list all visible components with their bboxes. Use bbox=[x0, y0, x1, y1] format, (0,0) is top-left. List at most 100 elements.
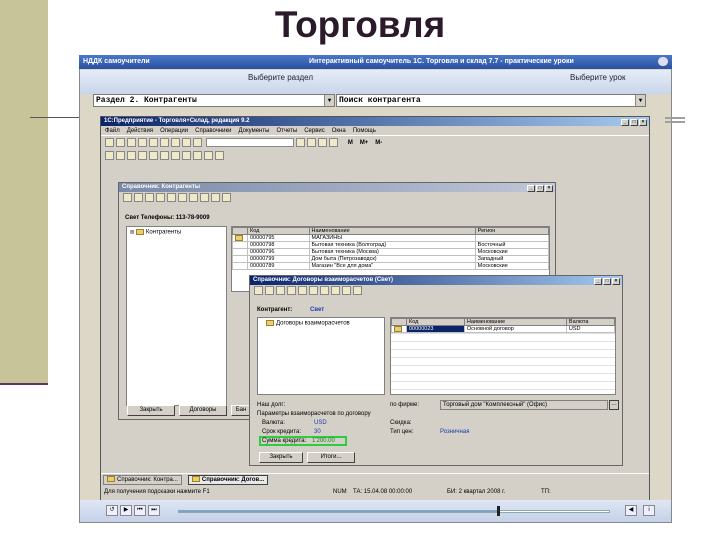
refresh-icon[interactable] bbox=[211, 193, 220, 202]
copy-icon[interactable] bbox=[145, 193, 154, 202]
help-icon[interactable] bbox=[306, 138, 316, 147]
add-icon[interactable] bbox=[123, 193, 132, 202]
search-combo[interactable] bbox=[205, 138, 294, 147]
add-icon[interactable] bbox=[254, 286, 263, 295]
replay-icon[interactable]: ↺ bbox=[106, 505, 118, 516]
add-group-icon[interactable] bbox=[265, 286, 274, 295]
delete-icon[interactable] bbox=[298, 286, 307, 295]
table-row[interactable]: 00000799 Дом быта (Петрозаводск) Западный bbox=[232, 255, 549, 264]
close-button[interactable]: Закрыть bbox=[127, 405, 175, 416]
taskbar-item-active[interactable]: Справочник: Догов... bbox=[187, 475, 269, 485]
column-header[interactable]: Наименование bbox=[308, 227, 476, 235]
menu-reports[interactable]: Отчеты bbox=[276, 128, 297, 134]
menu-documents[interactable]: Документы bbox=[239, 128, 270, 134]
table-row[interactable]: 00000795 МАГАЗИНЫ bbox=[232, 233, 549, 243]
edit-icon[interactable] bbox=[287, 286, 296, 295]
move-icon[interactable] bbox=[178, 193, 187, 202]
minimize-icon[interactable]: _ bbox=[594, 278, 602, 285]
minimize-icon[interactable]: _ bbox=[527, 185, 535, 192]
document-icon[interactable] bbox=[116, 151, 125, 160]
calculator-icon[interactable] bbox=[317, 138, 327, 147]
chevron-down-icon[interactable]: ▼ bbox=[635, 95, 645, 106]
bank-button[interactable]: Бан bbox=[231, 405, 251, 416]
kontragenty-tree[interactable]: ⊞ Контрагенты bbox=[126, 226, 227, 406]
refresh-icon[interactable] bbox=[342, 286, 351, 295]
open-icon[interactable] bbox=[116, 138, 125, 147]
prev-icon[interactable]: ⏮ bbox=[134, 505, 146, 516]
tutor-close-icon[interactable] bbox=[658, 57, 668, 66]
delete-icon[interactable] bbox=[167, 193, 176, 202]
find-icon[interactable] bbox=[295, 138, 305, 147]
menu-file[interactable]: Файл bbox=[105, 128, 120, 134]
memory-label[interactable]: М bbox=[348, 140, 353, 146]
chart-icon[interactable] bbox=[182, 151, 191, 160]
column-header[interactable]: Регион bbox=[474, 227, 549, 235]
cut-icon[interactable] bbox=[138, 138, 147, 147]
copy-icon[interactable] bbox=[149, 138, 158, 147]
close-icon[interactable]: × bbox=[612, 278, 620, 285]
folder-icon[interactable] bbox=[204, 151, 213, 160]
menu-directories[interactable]: Справочники bbox=[195, 128, 231, 134]
close-icon[interactable]: × bbox=[639, 119, 647, 126]
taskbar-item[interactable]: Справочник: Контра... bbox=[103, 475, 182, 485]
play-icon[interactable]: ▶ bbox=[120, 505, 132, 516]
lesson-select[interactable]: Поиск контрагента ▼ bbox=[336, 94, 646, 107]
undo-icon[interactable] bbox=[182, 138, 191, 147]
column-header[interactable]: Наименование bbox=[463, 318, 567, 326]
info-icon[interactable]: i bbox=[643, 505, 655, 516]
menu-help[interactable]: Помощь bbox=[353, 128, 376, 134]
column-header[interactable]: Код bbox=[406, 318, 465, 326]
filter-icon[interactable] bbox=[320, 286, 329, 295]
menu-windows[interactable]: Окна bbox=[332, 128, 346, 134]
progress-track[interactable] bbox=[178, 510, 610, 513]
journal-icon[interactable] bbox=[105, 151, 114, 160]
volume-icon[interactable]: ◀ bbox=[625, 505, 637, 516]
firm-field[interactable]: Торговый дом "Комплексный" (Офис) bbox=[440, 400, 608, 410]
binoculars-icon[interactable] bbox=[193, 151, 202, 160]
memory-minus-label[interactable]: М- bbox=[375, 140, 382, 146]
tree-icon[interactable] bbox=[200, 193, 209, 202]
copy-icon[interactable] bbox=[276, 286, 285, 295]
print-icon[interactable] bbox=[171, 138, 180, 147]
edit-icon[interactable] bbox=[156, 193, 165, 202]
dogovory-table[interactable]: Код Наименование Валюта 00000023 Основной д… bbox=[390, 317, 616, 395]
calendar-icon[interactable] bbox=[328, 138, 338, 147]
maximize-icon[interactable]: □ bbox=[630, 119, 638, 126]
calendar-icon[interactable] bbox=[215, 151, 224, 160]
minimize-icon[interactable]: _ bbox=[621, 119, 629, 126]
totals-button[interactable]: Итоги... bbox=[307, 452, 355, 463]
move-icon[interactable] bbox=[309, 286, 318, 295]
maximize-icon[interactable]: □ bbox=[536, 185, 544, 192]
menu-service[interactable]: Сервис bbox=[304, 128, 325, 134]
new-icon[interactable] bbox=[105, 138, 114, 147]
tree-icon[interactable] bbox=[331, 286, 340, 295]
memory-plus-label[interactable]: М+ bbox=[360, 140, 369, 146]
help-icon[interactable] bbox=[353, 286, 362, 295]
filter-icon[interactable] bbox=[189, 193, 198, 202]
table-row[interactable]: 00000023 Основной договор USD bbox=[391, 324, 615, 334]
order-icon[interactable] bbox=[160, 151, 169, 160]
chevron-down-icon[interactable]: ▼ bbox=[324, 95, 334, 106]
progress-thumb[interactable] bbox=[497, 506, 500, 516]
column-header[interactable]: Код bbox=[247, 227, 310, 235]
column-header[interactable]: Валюта bbox=[565, 318, 615, 326]
add-group-icon[interactable] bbox=[134, 193, 143, 202]
save-icon[interactable] bbox=[127, 138, 136, 147]
invoice-icon[interactable] bbox=[149, 151, 158, 160]
report-icon[interactable] bbox=[127, 151, 136, 160]
section-select[interactable]: Раздел 2. Контрагенты ▼ bbox=[93, 94, 335, 107]
table-row[interactable]: 00000798 Бытовая техника (Волгоград) Восто… bbox=[232, 241, 549, 250]
redo-icon[interactable] bbox=[193, 138, 202, 147]
menu-actions[interactable]: Действия bbox=[127, 128, 153, 134]
help-icon[interactable] bbox=[222, 193, 231, 202]
account-icon[interactable] bbox=[138, 151, 147, 160]
table-row[interactable]: 00000789 Магазин "Все для дома" Московские bbox=[232, 262, 549, 271]
contracts-button[interactable]: Договоры bbox=[179, 405, 227, 416]
paste-icon[interactable] bbox=[160, 138, 169, 147]
dogovory-tree[interactable]: Договоры взаиморасчетов bbox=[257, 317, 385, 395]
firm-select-button[interactable]: … bbox=[609, 400, 619, 410]
close-icon[interactable]: × bbox=[545, 185, 553, 192]
table-icon[interactable] bbox=[171, 151, 180, 160]
next-icon[interactable]: ⏭ bbox=[148, 505, 160, 516]
maximize-icon[interactable]: □ bbox=[603, 278, 611, 285]
